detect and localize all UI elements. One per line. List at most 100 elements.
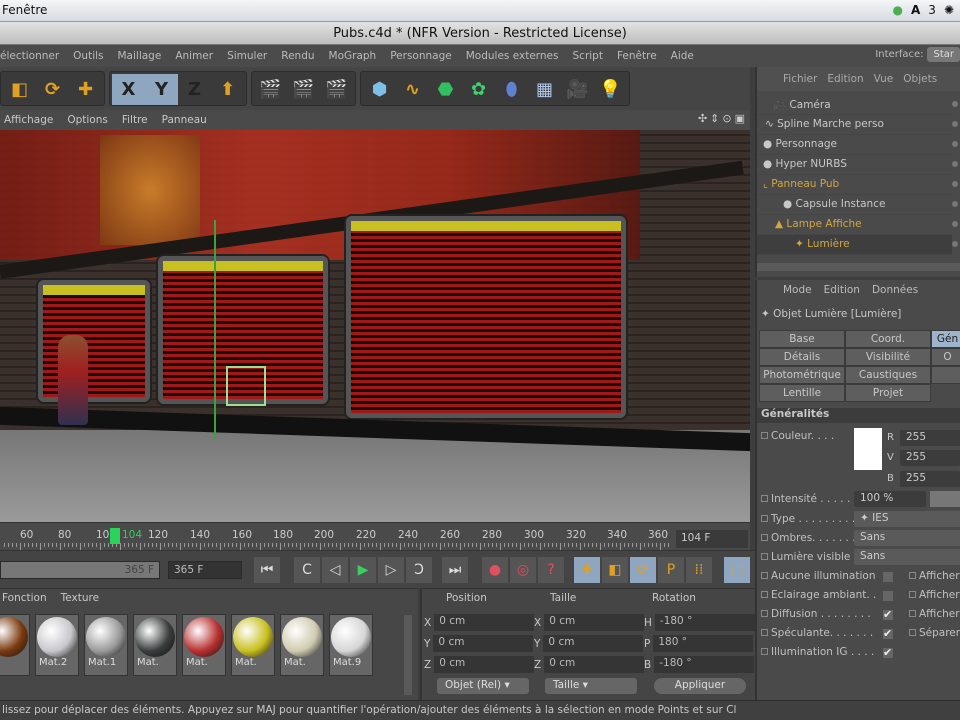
object-row[interactable]: ● Capsule Instance (757, 195, 958, 215)
key-position-icon[interactable]: ✚ (574, 557, 600, 583)
deformer-button[interactable]: ⬮ (495, 74, 528, 105)
visibility-dot[interactable] (952, 121, 958, 127)
nurbs-button[interactable]: ⬣ (429, 74, 462, 105)
coord-pos-field[interactable]: 0 cm (434, 614, 535, 631)
b-field[interactable]: 255 (900, 471, 960, 487)
viewport-menu-item[interactable]: Filtre (122, 114, 148, 126)
coord-rot-field[interactable]: 180 ° (653, 635, 754, 652)
light-button[interactable]: 💡 (594, 74, 627, 105)
attribute-tab[interactable]: Coord. (845, 330, 931, 348)
object-row[interactable]: 🎥 Caméra (757, 95, 958, 115)
attribute-menu-item[interactable]: Données (872, 284, 918, 302)
attribute-menu-item[interactable]: Edition (824, 284, 860, 302)
coordinate-system-button[interactable]: ⬆ (211, 74, 244, 105)
object-hscrollbar[interactable] (757, 263, 960, 271)
size-mode-dropdown[interactable]: Taille ▾ (545, 678, 637, 694)
move-button[interactable]: ✚ (69, 74, 102, 105)
sync-icon[interactable]: ● (893, 3, 903, 17)
intensity-slider[interactable] (930, 491, 960, 507)
visibility-dot[interactable] (952, 181, 958, 187)
object-row[interactable]: ∿ Spline Marche perso (757, 115, 958, 135)
os-menu-window[interactable]: Fenêtre (2, 3, 47, 17)
object-row[interactable]: ✦ Lumière (757, 235, 958, 255)
camera-button[interactable]: 🎥 (561, 74, 594, 105)
menu-item[interactable]: Animer (175, 50, 213, 62)
viewport-menu-item[interactable]: Panneau (162, 114, 207, 126)
spinner-icon[interactable]: ✺ (944, 3, 954, 17)
visibility-dot[interactable] (952, 221, 958, 227)
next-frame-icon[interactable]: ▷ (378, 557, 404, 583)
attribute-tab[interactable]: Base (759, 330, 845, 348)
type-dropdown[interactable]: ✦ IES (854, 511, 960, 527)
attribute-tab[interactable]: Gén (931, 330, 960, 348)
attribute-tab[interactable]: Détails (759, 348, 845, 366)
timeline-settings-icon[interactable]: ▤ (724, 557, 750, 583)
attribute-tab[interactable]: Photométrique (759, 366, 845, 384)
interface-selector[interactable]: Interface: Star (875, 47, 960, 62)
attribute-tab[interactable] (931, 366, 960, 384)
coord-size-field[interactable]: 0 cm (544, 614, 645, 631)
attribute-tab[interactable]: Lentille (759, 384, 845, 402)
menu-item[interactable]: Aide (671, 50, 694, 62)
menu-item[interactable]: électionner (0, 50, 59, 62)
current-frame-field[interactable]: 104 F (676, 530, 748, 548)
intensity-field[interactable]: 100 % (854, 491, 926, 507)
y-axis-handle[interactable] (214, 220, 216, 440)
interface-value[interactable]: Star (927, 47, 960, 62)
goto-end-icon[interactable]: ⏭ (442, 557, 468, 583)
material-item[interactable]: Mat.1 (84, 614, 128, 676)
prev-key-icon[interactable]: C (294, 557, 320, 583)
scale-button[interactable]: ◧ (3, 74, 36, 105)
menu-item[interactable]: Simuler (227, 50, 267, 62)
z-axis-button[interactable]: Z (178, 74, 211, 105)
checkbox[interactable] (883, 591, 893, 601)
goto-start-icon[interactable]: ⏮ (254, 557, 280, 583)
material-menu-item[interactable]: Texture (61, 592, 99, 606)
r-field[interactable]: 255 (900, 430, 960, 446)
range-slider[interactable]: 365 F (0, 561, 160, 579)
apply-button[interactable]: Appliquer (654, 678, 746, 694)
floor-button[interactable]: ▦ (528, 74, 561, 105)
checkbox[interactable]: ✔ (883, 628, 893, 639)
keyset-icon[interactable]: ? (538, 557, 564, 583)
prev-frame-icon[interactable]: ◁ (322, 557, 348, 583)
render-view-button[interactable]: 🎬 (254, 74, 287, 105)
rotate-button[interactable]: ⟳ (36, 74, 69, 105)
record-key-icon[interactable]: ● (482, 557, 508, 583)
material-item[interactable]: Mat.2 (35, 614, 79, 676)
coord-pos-field[interactable]: 0 cm (434, 656, 535, 673)
material-item[interactable]: Mat. (133, 614, 177, 676)
coord-size-field[interactable]: 0 cm (543, 635, 644, 652)
attribute-tab[interactable]: Visibilité (845, 348, 931, 366)
viewport-nav-icons[interactable]: ✣⇕⊙▣ (698, 112, 748, 125)
material-item[interactable]: Mat.9 (329, 614, 373, 676)
object-row[interactable]: ▲ Lampe Affiche (757, 215, 958, 235)
checkbox[interactable]: ✔ (883, 647, 893, 658)
render-picture-button[interactable]: 🎬 (287, 74, 320, 105)
material-item[interactable]: .3 (0, 614, 30, 676)
attribute-menu-item[interactable]: Mode (783, 284, 812, 302)
menu-item[interactable]: Personnage (390, 50, 452, 62)
material-item[interactable]: Mat. (231, 614, 275, 676)
3d-viewport[interactable] (0, 130, 750, 522)
material-item[interactable]: Mat. (280, 614, 324, 676)
x-axis-button[interactable]: X (112, 74, 145, 105)
menu-item[interactable]: Modules externes (466, 50, 559, 62)
menu-item[interactable]: Outils (73, 50, 103, 62)
visibility-dot[interactable] (952, 201, 958, 207)
coord-mode-dropdown[interactable]: Objet (Rel) ▾ (437, 678, 529, 694)
key-scale-icon[interactable]: ◧ (602, 557, 628, 583)
next-key-icon[interactable]: Ↄ (406, 557, 432, 583)
visible-light-dropdown[interactable]: Sans (854, 549, 960, 565)
object-row[interactable]: ● Hyper NURBS (757, 155, 958, 175)
menu-item[interactable]: MoGraph (329, 50, 377, 62)
checkbox[interactable]: ✔ (883, 609, 893, 620)
object-menu-item[interactable]: Objets (903, 73, 937, 91)
autokey-icon[interactable]: ◎ (510, 557, 536, 583)
character[interactable] (58, 335, 88, 425)
object-menu-item[interactable]: Vue (874, 73, 894, 91)
light-gizmo[interactable] (226, 366, 266, 406)
object-menu-item[interactable]: Edition (827, 73, 863, 91)
menu-item[interactable]: Maillage (118, 50, 162, 62)
visibility-dot[interactable] (952, 241, 958, 247)
